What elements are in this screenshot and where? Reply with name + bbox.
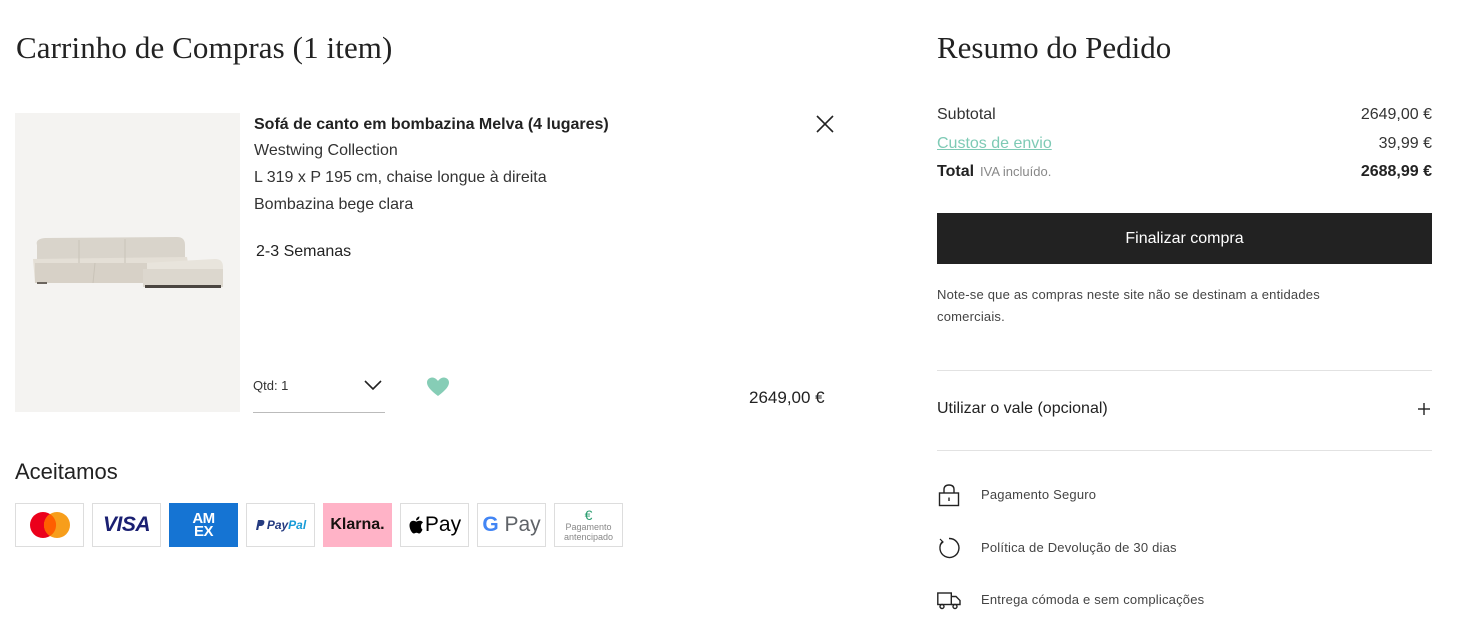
lock-icon xyxy=(938,484,960,507)
total-row: Total IVA incluído. 2688,99 € xyxy=(937,163,1432,181)
amex-logo: AM EX xyxy=(169,503,238,547)
subtotal-label: Subtotal xyxy=(937,106,996,123)
voucher-label: Utilizar o vale (opcional) xyxy=(937,400,1108,417)
sofa-image xyxy=(15,113,240,412)
cart-title: Carrinho de Compras (1 item) xyxy=(16,30,393,65)
quantity-label: Qtd: 1 xyxy=(253,378,289,393)
remove-item-button[interactable] xyxy=(814,113,836,135)
amex-label-bottom: EX xyxy=(193,523,214,540)
visa-logo: VISA xyxy=(92,503,161,547)
product-brand: Westwing Collection xyxy=(254,142,398,159)
mastercard-icon xyxy=(29,512,70,538)
heart-icon xyxy=(427,377,449,396)
paypal-icon xyxy=(255,520,265,530)
wishlist-button[interactable] xyxy=(426,376,450,398)
paypal-label-a: Pay xyxy=(266,518,289,532)
checkout-button[interactable]: Finalizar compra xyxy=(937,213,1432,264)
product-fabric: Bombazina bege clara xyxy=(254,196,414,213)
total-value: 2688,99 € xyxy=(1360,163,1432,180)
plus-icon xyxy=(1418,403,1430,415)
google-g-icon: G xyxy=(482,513,499,536)
divider xyxy=(937,450,1432,451)
vat-note: IVA incluído. xyxy=(980,164,1052,179)
summary-title: Resumo do Pedido xyxy=(937,30,1172,65)
shipping-costs-link[interactable]: Custos de envio xyxy=(937,135,1052,152)
paypal-label-b: Pal xyxy=(288,518,307,532)
product-dimensions: L 319 x P 195 cm, chaise longue à direit… xyxy=(254,169,547,186)
delivery-time: 2-3 Semanas xyxy=(256,243,352,260)
klarna-logo: Klarna. xyxy=(323,503,392,547)
googlepay-logo: G Pay xyxy=(477,503,546,547)
feature-text: Pagamento Seguro xyxy=(981,487,1097,502)
paypal-logo: PayPal xyxy=(246,503,315,547)
quantity-select[interactable]: Qtd: 1 xyxy=(253,370,385,413)
shipping-value: 39,99 € xyxy=(1378,135,1432,152)
prepayment-logo: € Pagamento antencipado xyxy=(554,503,623,547)
feature-text: Política de Devolução de 30 dias xyxy=(981,540,1177,555)
applepay-logo: Pay xyxy=(400,503,469,547)
klarna-label: Klarna. xyxy=(330,516,385,533)
accepted-payments-title: Aceitamos xyxy=(15,459,118,484)
product-name[interactable]: Sofá de canto em bombazina Melva (4 luga… xyxy=(254,116,609,134)
subtotal-row: Subtotal 2649,00 € xyxy=(937,106,1432,124)
mastercard-logo xyxy=(15,503,84,547)
item-price: 2649,00 € xyxy=(749,388,825,407)
feature-text: Entrega cómoda e sem complicações xyxy=(981,592,1205,607)
subtotal-value: 2649,00 € xyxy=(1360,106,1432,123)
return-icon xyxy=(939,537,960,559)
prepayment-label: Pagamento antencipado xyxy=(563,522,614,542)
apple-icon xyxy=(409,516,423,533)
chevron-down-icon xyxy=(364,380,382,391)
product-image[interactable] xyxy=(15,113,240,412)
total-label: Total xyxy=(937,163,975,180)
truck-icon xyxy=(937,592,961,610)
close-icon xyxy=(816,115,834,133)
business-note: Note-se que as compras neste site não se… xyxy=(937,287,1320,324)
shipping-row: Custos de envio 39,99 € xyxy=(937,135,1432,153)
payment-methods: VISA AM EX PayPal Klarna. Pay G Pay € Pa… xyxy=(15,503,623,547)
visa-label: VISA xyxy=(102,513,151,536)
applepay-label: Pay xyxy=(424,513,462,536)
voucher-toggle[interactable]: Utilizar o vale (opcional) xyxy=(937,371,1432,450)
googlepay-label: Pay xyxy=(504,513,541,536)
euro-icon: € xyxy=(584,507,593,523)
